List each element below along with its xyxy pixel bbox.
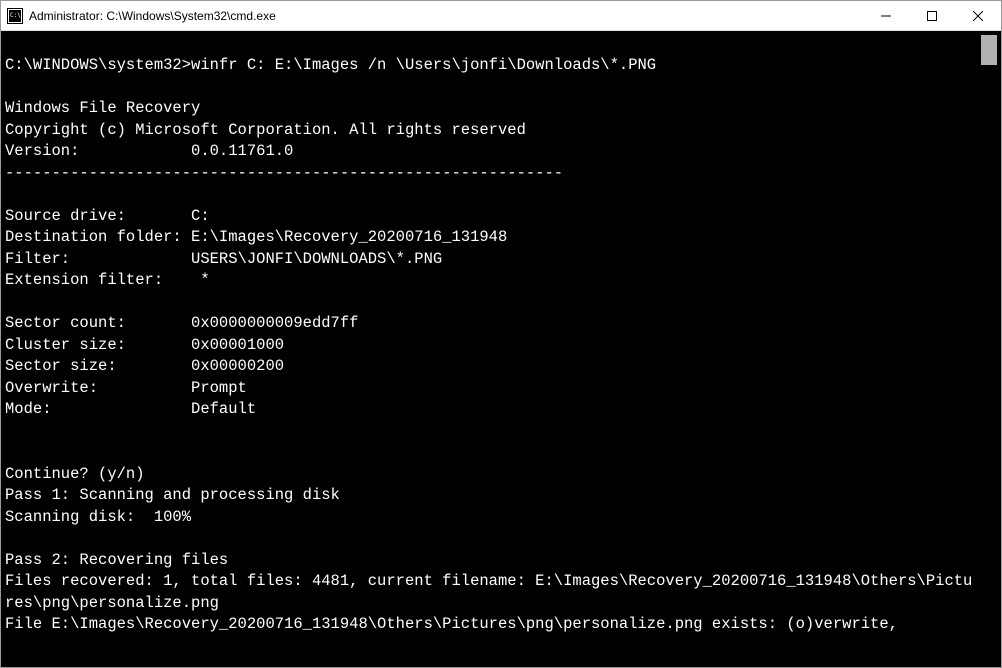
output-line: Overwrite: Prompt (5, 379, 247, 397)
output-line: Windows File Recovery (5, 99, 200, 117)
window-title: Administrator: C:\Windows\System32\cmd.e… (29, 9, 863, 23)
cmd-window: C:\ Administrator: C:\Windows\System32\c… (0, 0, 1002, 668)
minimize-button[interactable] (863, 1, 909, 30)
output-line: File E:\Images\Recovery_20200716_131948\… (5, 615, 898, 633)
window-controls (863, 1, 1001, 30)
cmd-icon: C:\ (7, 8, 23, 24)
output-line: Scanning disk: 100% (5, 508, 191, 526)
output-line: Filter: USERS\JONFI\DOWNLOADS\*.PNG (5, 250, 442, 268)
scrollbar-track[interactable] (981, 35, 997, 663)
scrollbar-thumb[interactable] (981, 35, 997, 65)
output-line: Cluster size: 0x00001000 (5, 336, 284, 354)
output-line: Sector size: 0x00000200 (5, 357, 284, 375)
prompt: C:\WINDOWS\system32> (5, 56, 191, 74)
output-line: Pass 2: Recovering files (5, 551, 228, 569)
separator-line: ----------------------------------------… (5, 164, 563, 182)
svg-text:C:\: C:\ (10, 12, 21, 19)
terminal-output[interactable]: C:\WINDOWS\system32>winfr C: E:\Images /… (5, 35, 981, 663)
output-line: Copyright (c) Microsoft Corporation. All… (5, 121, 526, 139)
titlebar[interactable]: C:\ Administrator: C:\Windows\System32\c… (1, 1, 1001, 31)
output-line: Source drive: C: (5, 207, 210, 225)
output-line: Destination folder: E:\Images\Recovery_2… (5, 228, 507, 246)
close-button[interactable] (955, 1, 1001, 30)
output-line: Pass 1: Scanning and processing disk (5, 486, 340, 504)
maximize-button[interactable] (909, 1, 955, 30)
output-line: Files recovered: 1, total files: 4481, c… (5, 572, 972, 612)
output-line: Version: 0.0.11761.0 (5, 142, 293, 160)
output-line: Sector count: 0x0000000009edd7ff (5, 314, 358, 332)
output-line: Extension filter: * (5, 271, 210, 289)
continue-prompt: Continue? (y/n) (5, 465, 145, 483)
terminal-area: C:\WINDOWS\system32>winfr C: E:\Images /… (1, 31, 1001, 667)
output-line: Mode: Default (5, 400, 256, 418)
command: winfr C: E:\Images /n \Users\jonfi\Downl… (191, 56, 656, 74)
